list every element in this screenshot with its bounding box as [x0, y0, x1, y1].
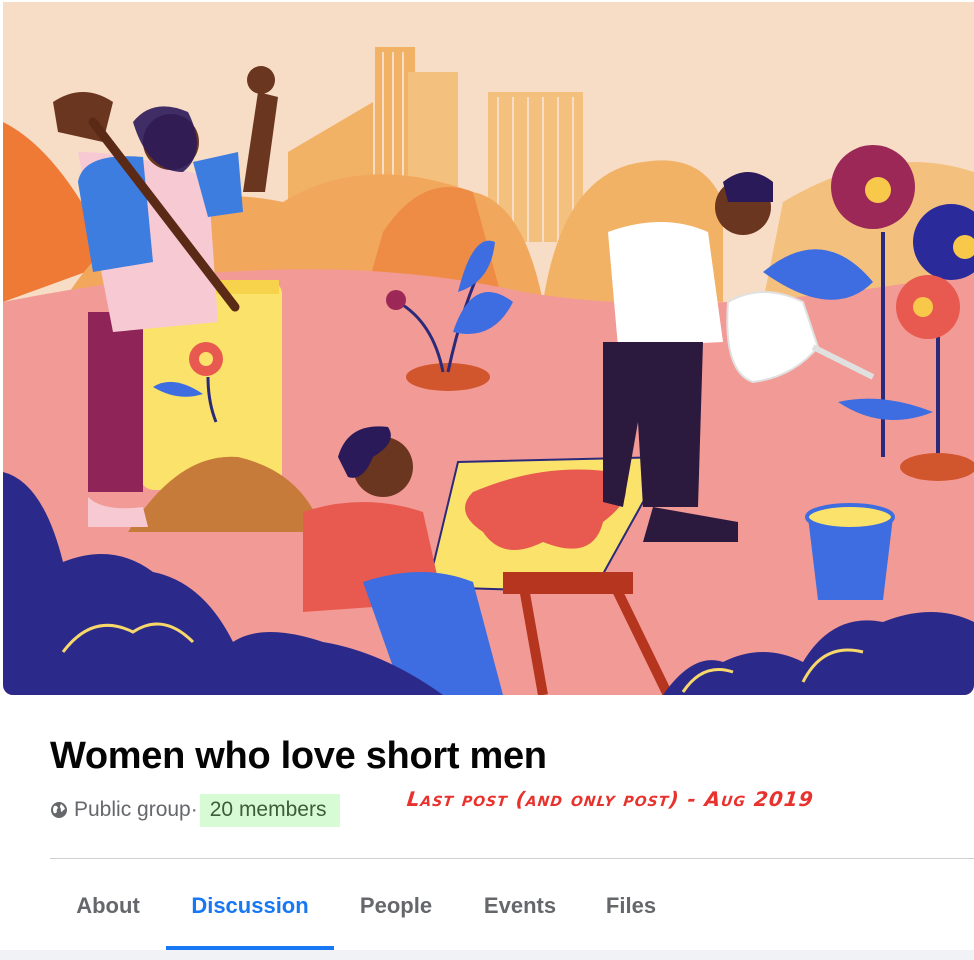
tab-events[interactable]: Events — [466, 870, 574, 946]
tab-discussion[interactable]: Discussion — [166, 870, 334, 950]
header-divider — [50, 858, 974, 859]
members-count[interactable]: 20 members — [199, 793, 341, 827]
group-meta: Public group · 20 members — [50, 793, 341, 827]
page-background-strip — [0, 950, 974, 960]
tab-about[interactable]: About — [54, 870, 162, 946]
tab-files[interactable]: Files — [586, 870, 676, 946]
cover-illustration — [3, 2, 974, 695]
tab-people[interactable]: People — [342, 870, 450, 946]
privacy-label[interactable]: Public group — [74, 798, 191, 822]
group-title: Women who love short men — [50, 735, 547, 777]
globe-icon — [50, 801, 68, 819]
cover-photo[interactable] — [3, 2, 974, 695]
handwritten-annotation: Last post (and only post) - Aug 2019 — [405, 787, 816, 811]
meta-separator: · — [190, 798, 198, 821]
